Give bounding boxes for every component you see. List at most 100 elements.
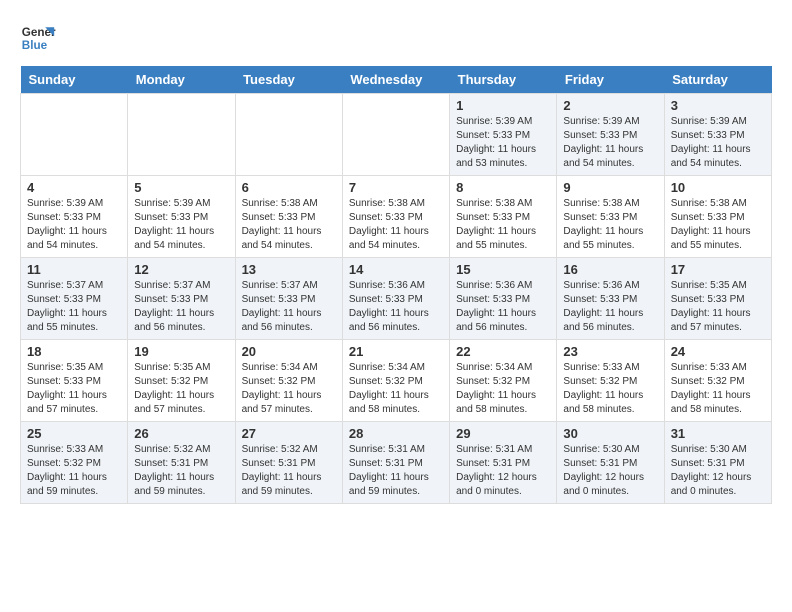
- day-info: Sunrise: 5:39 AMSunset: 5:33 PMDaylight:…: [456, 115, 550, 171]
- day-number: 30: [563, 426, 657, 441]
- day-info: Sunrise: 5:33 AMSunset: 5:32 PMDaylight:…: [563, 361, 657, 417]
- svg-text:Blue: Blue: [22, 39, 48, 52]
- day-number: 12: [134, 262, 228, 277]
- day-info: Sunrise: 5:33 AMSunset: 5:32 PMDaylight:…: [671, 361, 765, 417]
- weekday-header-thursday: Thursday: [450, 66, 557, 94]
- calendar-cell: [21, 94, 128, 176]
- day-info: Sunrise: 5:36 AMSunset: 5:33 PMDaylight:…: [456, 279, 550, 335]
- calendar-table: SundayMondayTuesdayWednesdayThursdayFrid…: [20, 66, 772, 504]
- day-info: Sunrise: 5:34 AMSunset: 5:32 PMDaylight:…: [242, 361, 336, 417]
- day-number: 31: [671, 426, 765, 441]
- calendar-cell: 12 Sunrise: 5:37 AMSunset: 5:33 PMDayligh…: [128, 258, 235, 340]
- calendar-cell: 9 Sunrise: 5:38 AMSunset: 5:33 PMDaylight…: [557, 176, 664, 258]
- day-number: 5: [134, 180, 228, 195]
- calendar-cell: 31 Sunrise: 5:30 AMSunset: 5:31 PMDayligh…: [664, 422, 771, 504]
- day-info: Sunrise: 5:31 AMSunset: 5:31 PMDaylight:…: [349, 443, 443, 499]
- day-number: 9: [563, 180, 657, 195]
- day-number: 7: [349, 180, 443, 195]
- calendar-cell: 7 Sunrise: 5:38 AMSunset: 5:33 PMDaylight…: [342, 176, 449, 258]
- day-number: 22: [456, 344, 550, 359]
- day-number: 4: [27, 180, 121, 195]
- calendar-cell: 14 Sunrise: 5:36 AMSunset: 5:33 PMDayligh…: [342, 258, 449, 340]
- day-number: 1: [456, 98, 550, 113]
- calendar-cell: 30 Sunrise: 5:30 AMSunset: 5:31 PMDayligh…: [557, 422, 664, 504]
- calendar-cell: 20Sunrise: 5:34 AMSunset: 5:32 PMDayligh…: [235, 340, 342, 422]
- weekday-header-row: SundayMondayTuesdayWednesdayThursdayFrid…: [21, 66, 772, 94]
- logo-icon: General Blue: [20, 20, 56, 56]
- calendar-cell: 8 Sunrise: 5:38 AMSunset: 5:33 PMDaylight…: [450, 176, 557, 258]
- day-number: 23: [563, 344, 657, 359]
- day-number: 18: [27, 344, 121, 359]
- calendar-cell: 26Sunrise: 5:32 AMSunset: 5:31 PMDayligh…: [128, 422, 235, 504]
- day-number: 11: [27, 262, 121, 277]
- day-info: Sunrise: 5:35 AMSunset: 5:33 PMDaylight:…: [27, 361, 121, 417]
- day-info: Sunrise: 5:39 AMSunset: 5:33 PMDaylight:…: [563, 115, 657, 171]
- day-number: 19: [134, 344, 228, 359]
- day-info: Sunrise: 5:36 AMSunset: 5:33 PMDaylight:…: [563, 279, 657, 335]
- calendar-cell: 6Sunrise: 5:38 AMSunset: 5:33 PMDaylight…: [235, 176, 342, 258]
- day-number: 25: [27, 426, 121, 441]
- calendar-cell: 23 Sunrise: 5:33 AMSunset: 5:32 PMDayligh…: [557, 340, 664, 422]
- calendar-cell: 13 Sunrise: 5:37 AMSunset: 5:33 PMDayligh…: [235, 258, 342, 340]
- day-info: Sunrise: 5:32 AMSunset: 5:31 PMDaylight:…: [134, 443, 228, 499]
- day-number: 8: [456, 180, 550, 195]
- day-info: Sunrise: 5:38 AMSunset: 5:33 PMDaylight:…: [456, 197, 550, 253]
- day-info: Sunrise: 5:32 AMSunset: 5:31 PMDaylight:…: [242, 443, 336, 499]
- day-info: Sunrise: 5:36 AMSunset: 5:33 PMDaylight:…: [349, 279, 443, 335]
- calendar-cell: [235, 94, 342, 176]
- calendar-cell: 2 Sunrise: 5:39 AMSunset: 5:33 PMDaylight…: [557, 94, 664, 176]
- week-row-2: 4 Sunrise: 5:39 AMSunset: 5:33 PMDaylight…: [21, 176, 772, 258]
- day-info: Sunrise: 5:39 AMSunset: 5:33 PMDaylight:…: [134, 197, 228, 253]
- calendar-cell: 19 Sunrise: 5:35 AMSunset: 5:32 PMDayligh…: [128, 340, 235, 422]
- page-header: General Blue: [20, 20, 772, 56]
- day-info: Sunrise: 5:37 AMSunset: 5:33 PMDaylight:…: [242, 279, 336, 335]
- calendar-cell: 22 Sunrise: 5:34 AMSunset: 5:32 PMDayligh…: [450, 340, 557, 422]
- day-number: 13: [242, 262, 336, 277]
- day-number: 2: [563, 98, 657, 113]
- calendar-cell: 16 Sunrise: 5:36 AMSunset: 5:33 PMDayligh…: [557, 258, 664, 340]
- calendar-cell: 10Sunrise: 5:38 AMSunset: 5:33 PMDayligh…: [664, 176, 771, 258]
- day-info: Sunrise: 5:38 AMSunset: 5:33 PMDaylight:…: [349, 197, 443, 253]
- weekday-header-wednesday: Wednesday: [342, 66, 449, 94]
- week-row-1: 1 Sunrise: 5:39 AMSunset: 5:33 PMDaylight…: [21, 94, 772, 176]
- calendar-cell: 4 Sunrise: 5:39 AMSunset: 5:33 PMDaylight…: [21, 176, 128, 258]
- day-number: 3: [671, 98, 765, 113]
- weekday-header-monday: Monday: [128, 66, 235, 94]
- weekday-header-saturday: Saturday: [664, 66, 771, 94]
- day-number: 16: [563, 262, 657, 277]
- day-info: Sunrise: 5:34 AMSunset: 5:32 PMDaylight:…: [349, 361, 443, 417]
- day-info: Sunrise: 5:30 AMSunset: 5:31 PMDaylight:…: [671, 443, 765, 499]
- day-number: 29: [456, 426, 550, 441]
- day-info: Sunrise: 5:37 AMSunset: 5:33 PMDaylight:…: [134, 279, 228, 335]
- day-info: Sunrise: 5:35 AMSunset: 5:32 PMDaylight:…: [134, 361, 228, 417]
- day-number: 24: [671, 344, 765, 359]
- calendar-cell: 1 Sunrise: 5:39 AMSunset: 5:33 PMDaylight…: [450, 94, 557, 176]
- week-row-4: 18 Sunrise: 5:35 AMSunset: 5:33 PMDayligh…: [21, 340, 772, 422]
- day-info: Sunrise: 5:39 AMSunset: 5:33 PMDaylight:…: [671, 115, 765, 171]
- day-info: Sunrise: 5:39 AMSunset: 5:33 PMDaylight:…: [27, 197, 121, 253]
- day-info: Sunrise: 5:31 AMSunset: 5:31 PMDaylight:…: [456, 443, 550, 499]
- day-info: Sunrise: 5:35 AMSunset: 5:33 PMDaylight:…: [671, 279, 765, 335]
- day-number: 6: [242, 180, 336, 195]
- calendar-cell: 24 Sunrise: 5:33 AMSunset: 5:32 PMDayligh…: [664, 340, 771, 422]
- calendar-cell: 5 Sunrise: 5:39 AMSunset: 5:33 PMDaylight…: [128, 176, 235, 258]
- weekday-header-tuesday: Tuesday: [235, 66, 342, 94]
- calendar-cell: 18 Sunrise: 5:35 AMSunset: 5:33 PMDayligh…: [21, 340, 128, 422]
- calendar-cell: 21Sunrise: 5:34 AMSunset: 5:32 PMDayligh…: [342, 340, 449, 422]
- day-info: Sunrise: 5:37 AMSunset: 5:33 PMDaylight:…: [27, 279, 121, 335]
- logo: General Blue: [20, 20, 56, 56]
- calendar-cell: 29 Sunrise: 5:31 AMSunset: 5:31 PMDayligh…: [450, 422, 557, 504]
- day-number: 15: [456, 262, 550, 277]
- day-number: 27: [242, 426, 336, 441]
- day-info: Sunrise: 5:33 AMSunset: 5:32 PMDaylight:…: [27, 443, 121, 499]
- day-info: Sunrise: 5:30 AMSunset: 5:31 PMDaylight:…: [563, 443, 657, 499]
- day-info: Sunrise: 5:38 AMSunset: 5:33 PMDaylight:…: [563, 197, 657, 253]
- day-info: Sunrise: 5:34 AMSunset: 5:32 PMDaylight:…: [456, 361, 550, 417]
- calendar-cell: 3 Sunrise: 5:39 AMSunset: 5:33 PMDaylight…: [664, 94, 771, 176]
- weekday-header-friday: Friday: [557, 66, 664, 94]
- calendar-cell: 27 Sunrise: 5:32 AMSunset: 5:31 PMDayligh…: [235, 422, 342, 504]
- day-number: 14: [349, 262, 443, 277]
- calendar-cell: 15 Sunrise: 5:36 AMSunset: 5:33 PMDayligh…: [450, 258, 557, 340]
- week-row-3: 11 Sunrise: 5:37 AMSunset: 5:33 PMDayligh…: [21, 258, 772, 340]
- calendar-cell: [342, 94, 449, 176]
